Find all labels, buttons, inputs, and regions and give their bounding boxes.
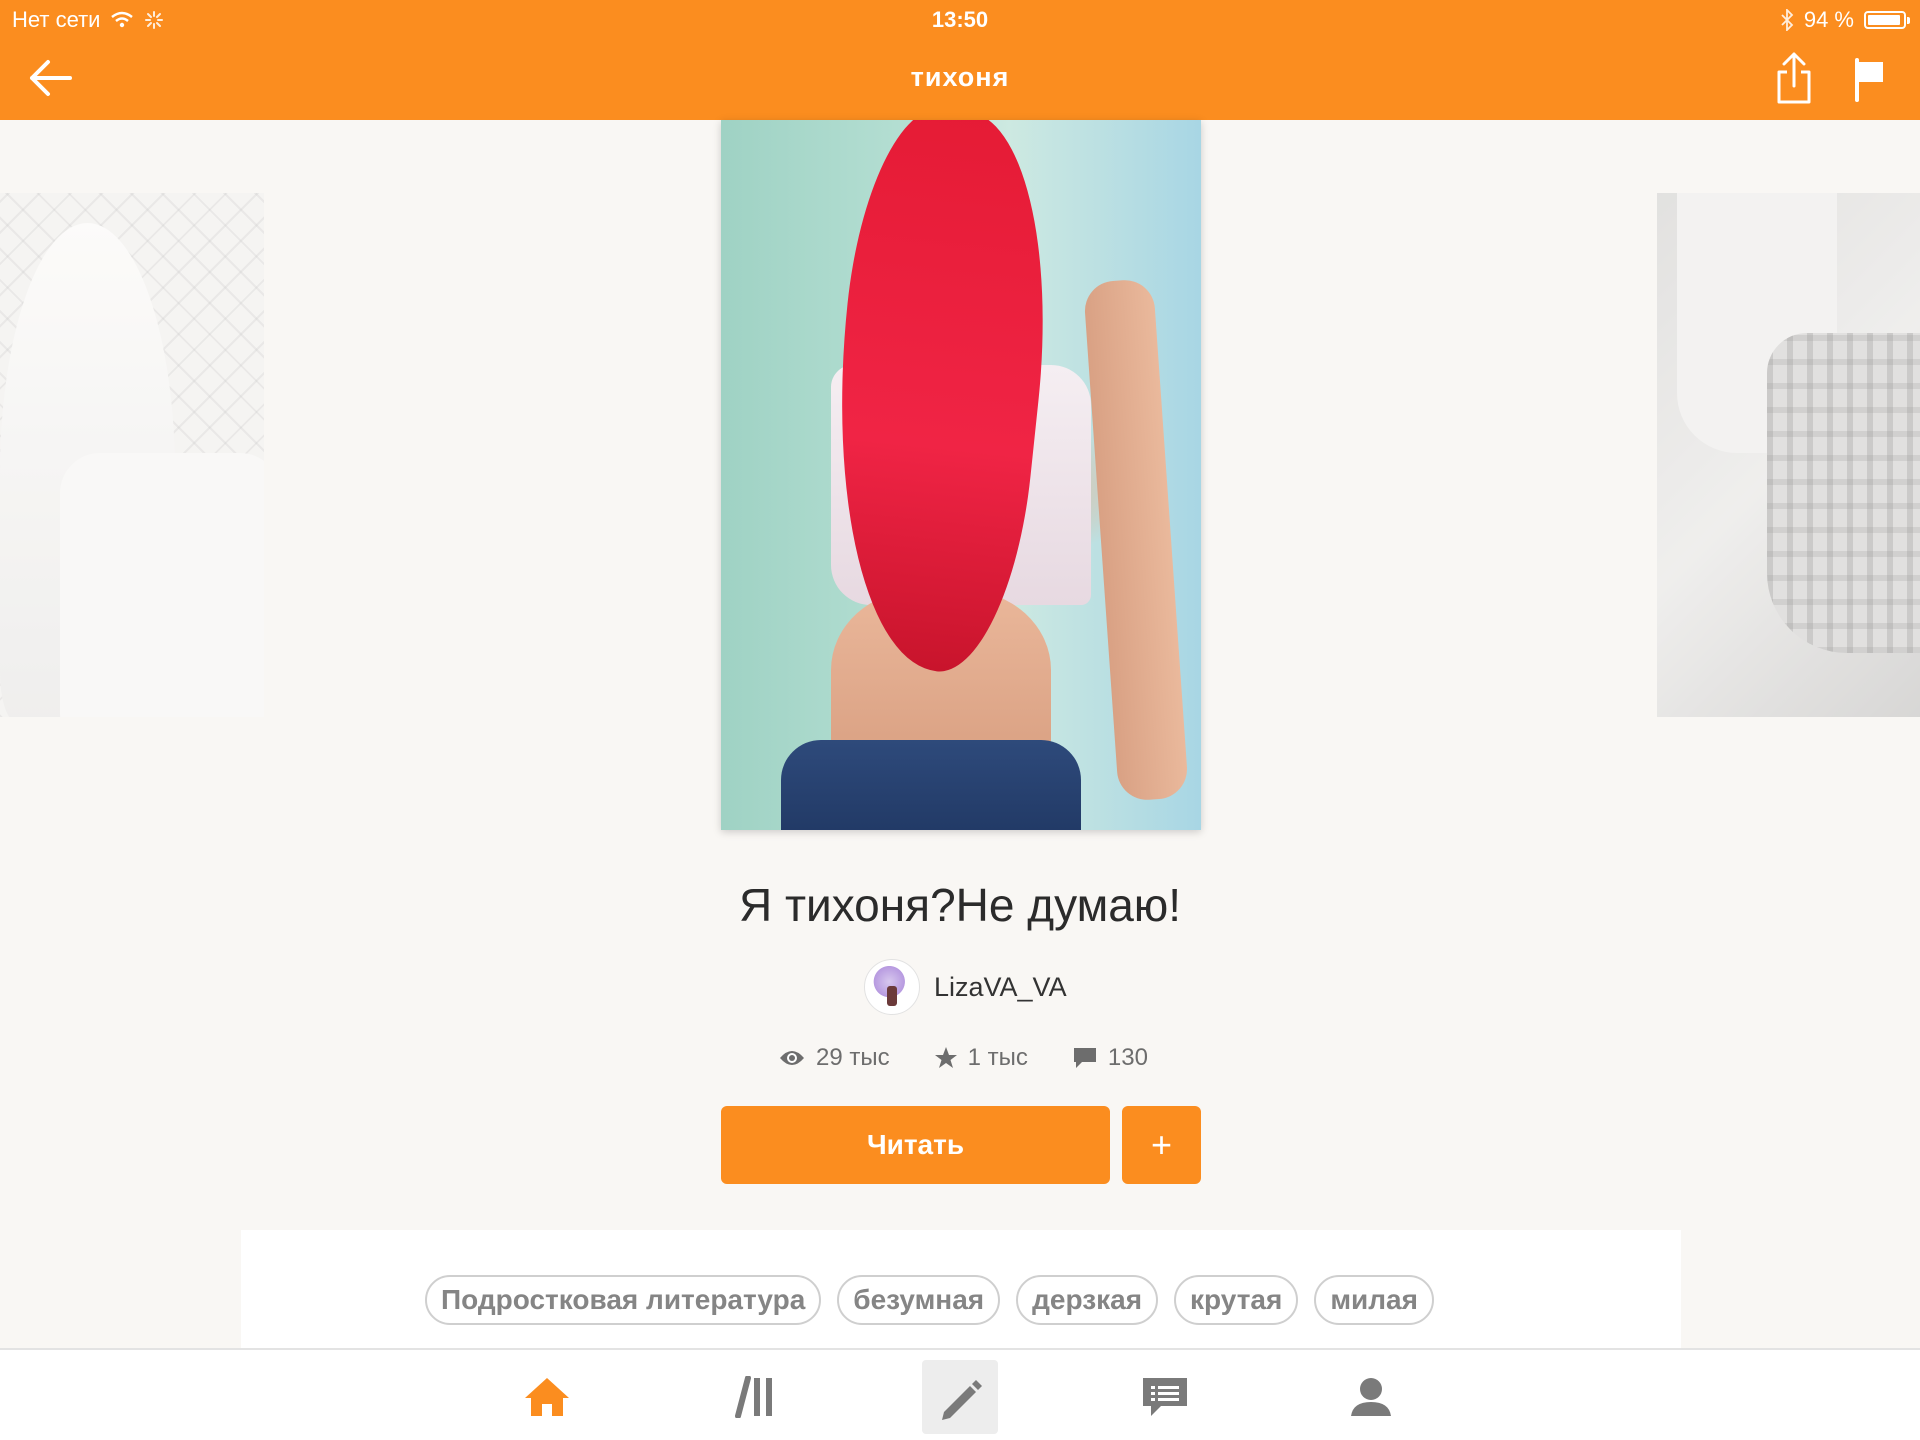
clock: 13:50 bbox=[931, 7, 989, 32]
cover-left-shirt bbox=[60, 453, 264, 717]
tab-home[interactable] bbox=[509, 1360, 585, 1434]
author-name: LizaVA_VA bbox=[934, 971, 1067, 1002]
comments-stat: 130 bbox=[1072, 1044, 1148, 1072]
tag-chip[interactable]: Подростковая литература bbox=[425, 1275, 822, 1325]
read-button[interactable]: Читать bbox=[721, 1106, 1110, 1184]
add-to-library-button[interactable]: + bbox=[1122, 1106, 1201, 1184]
tag-chip[interactable]: милая bbox=[1314, 1275, 1434, 1325]
views-count: 29 тыс bbox=[816, 1044, 890, 1071]
tag-chip[interactable]: дерзкая bbox=[1016, 1275, 1159, 1325]
flag-icon bbox=[1855, 58, 1883, 102]
bluetooth-icon bbox=[1781, 9, 1794, 31]
status-right: 94 % bbox=[1780, 7, 1910, 33]
author-link[interactable]: LizaVA_VA bbox=[864, 958, 1067, 1016]
next-story-cover[interactable] bbox=[1657, 193, 1920, 717]
prev-story-cover[interactable] bbox=[0, 193, 264, 717]
share-button[interactable] bbox=[1775, 52, 1813, 106]
page-title: тихоня bbox=[910, 62, 1010, 92]
tag-chip[interactable]: крутая bbox=[1174, 1275, 1299, 1325]
battery-percent: 94 % bbox=[1803, 7, 1854, 32]
top-bar: Нет сети 13:50 94 % тихоня bbox=[0, 0, 1920, 120]
library-icon bbox=[735, 1376, 772, 1418]
story-cover[interactable] bbox=[721, 120, 1201, 830]
tag-chip[interactable]: безумная bbox=[837, 1275, 1001, 1325]
battery-icon bbox=[1864, 11, 1910, 29]
tab-bar bbox=[0, 1348, 1920, 1440]
cover-right-shirt bbox=[1767, 333, 1920, 653]
comments-count: 130 bbox=[1107, 1044, 1148, 1071]
home-icon bbox=[525, 1378, 569, 1416]
star-icon bbox=[934, 1047, 957, 1068]
messages-icon bbox=[1143, 1378, 1187, 1416]
views-stat: 29 тыс bbox=[778, 1044, 890, 1072]
comment-icon bbox=[1073, 1048, 1096, 1068]
pencil-icon bbox=[942, 1380, 982, 1420]
report-button[interactable] bbox=[1853, 58, 1887, 102]
tab-library[interactable] bbox=[716, 1360, 792, 1434]
status-bar: Нет сети 13:50 94 % bbox=[0, 0, 1920, 40]
battery-fill bbox=[1868, 15, 1900, 25]
cover-main-arm bbox=[1082, 278, 1190, 802]
eye-icon bbox=[780, 1051, 804, 1065]
tags-list: Подростковая литература безумная дерзкая… bbox=[425, 1275, 1434, 1325]
tab-write[interactable] bbox=[922, 1360, 998, 1434]
votes-count: 1 тыс bbox=[967, 1044, 1028, 1071]
tab-profile[interactable] bbox=[1333, 1360, 1409, 1434]
profile-icon bbox=[1351, 1378, 1391, 1416]
avatar bbox=[864, 959, 920, 1015]
tab-messages[interactable] bbox=[1127, 1360, 1203, 1434]
votes-stat: 1 тыс bbox=[934, 1044, 1028, 1072]
share-icon bbox=[1777, 52, 1811, 104]
story-stats: 29 тыс 1 тыс 130 bbox=[778, 1044, 1192, 1072]
story-title: Я тихоня?Не думаю! bbox=[738, 879, 1182, 931]
tags-panel: Подростковая литература безумная дерзкая… bbox=[241, 1230, 1681, 1348]
cover-main-jeans bbox=[781, 740, 1081, 830]
